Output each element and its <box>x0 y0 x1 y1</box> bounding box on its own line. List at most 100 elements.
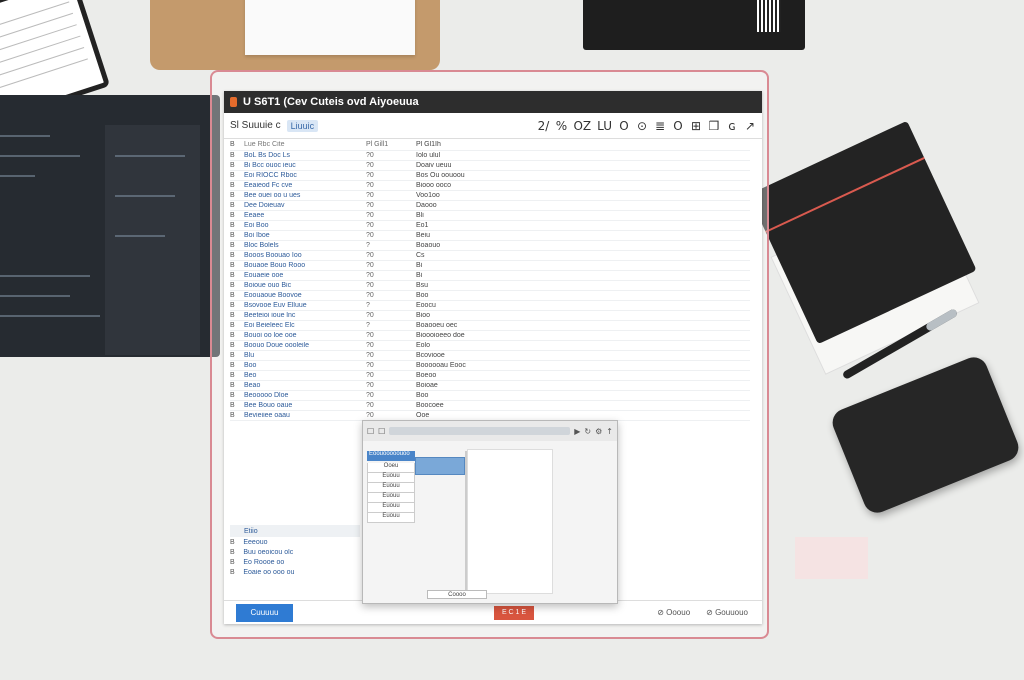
list-item[interactable]: Euouu <box>367 493 415 503</box>
table-cell: B <box>230 152 235 159</box>
group-header[interactable]: Etiio <box>230 525 360 537</box>
table-cell: B <box>230 548 235 556</box>
selected-item[interactable]: Eoouooooouoo <box>367 451 415 461</box>
table-cell: Bevieiiee oaau <box>244 412 290 419</box>
col-header[interactable]: B <box>230 141 244 148</box>
table-row[interactable]: B BoL Bs Doc Ls ?0 Iolo ulul <box>230 151 750 161</box>
table-row[interactable]: B Boi Iboe ?0 Beiu <box>230 231 750 241</box>
table-row[interactable]: B Eoi Beieleec Elc? Boaooeu oec <box>230 321 750 331</box>
table-cell: Dee Doieuav <box>244 202 285 209</box>
table-row[interactable]: B Eoi RIOCC Rboc ?0 Bos Ou oouoou <box>230 171 750 181</box>
table-cell: Cs <box>416 252 425 259</box>
table-cell: BoL Bs Doc Ls <box>244 152 291 159</box>
table-cell: B <box>230 332 235 339</box>
toolbar-icon[interactable]: 2/ <box>537 119 550 133</box>
table-cell: B <box>230 382 235 389</box>
toolbar-icon[interactable]: ↗ <box>744 119 756 133</box>
table-row[interactable]: B Eeeouo <box>230 537 360 547</box>
toolbar-icon[interactable]: O <box>618 119 630 133</box>
table-row[interactable]: B Bee ouei oo u ues ?0 Voo1oo <box>230 191 750 201</box>
table-cell: ?0 <box>366 172 374 179</box>
status-item[interactable]: ⊘ Gouuouo <box>706 608 748 617</box>
toolbar-icon[interactable]: ❒ <box>708 119 720 133</box>
table-row[interactable]: B Eoouaoue Boovoe ?0 Boo <box>230 291 750 301</box>
table-cell: B <box>230 402 235 409</box>
list-item[interactable]: Ooeu <box>367 463 415 473</box>
table-row[interactable]: B Eeaieod Fc cve ?0 Biooo ooco <box>230 181 750 191</box>
table-cell: Iolo ulul <box>416 152 441 159</box>
status-right-items: ⊘ Ooouo ⊘ Gouuouo <box>657 608 748 617</box>
paper-sheet-prop <box>245 0 415 55</box>
table-row[interactable]: B Bee Bouo oaue ?0 Boocoee <box>230 401 750 411</box>
table-row[interactable]: B Beeteioi ioue lnc ?0 Bioo <box>230 311 750 321</box>
list-item[interactable]: Euouu <box>367 483 415 493</box>
dialog-button[interactable]: Coooo <box>427 590 487 599</box>
path-bar[interactable] <box>389 427 571 435</box>
toolbar-tag[interactable]: Liuuic <box>286 119 319 132</box>
table-cell: ?0 <box>366 372 374 379</box>
table-cell: Ooe <box>416 412 430 419</box>
data-table: B Lue Rbc Cite Pl Gill1 Pl Gl1Ih B BoL Bs… <box>230 139 750 421</box>
play-icon[interactable]: ▶ <box>574 427 580 436</box>
table-cell: B <box>230 222 235 229</box>
toolbar-icon[interactable]: OZ <box>573 119 591 133</box>
dialog-tab[interactable] <box>415 457 465 475</box>
toolbar-icon[interactable]: LU <box>597 119 612 133</box>
table-row[interactable]: B Bouoi oo loe ooe ?0 Bioooioeeo doe <box>230 331 750 341</box>
table-row[interactable]: B Eouaeie ooe ?0 Bi <box>230 271 750 281</box>
toolbar-icon[interactable]: ⊞ <box>690 119 702 133</box>
col-header[interactable]: Pl Gl1Ih <box>416 141 496 148</box>
table-row[interactable]: B Bi Bcc ouoc ieuc ?0 Doaiv ueuu <box>230 161 750 171</box>
toolbar-icon[interactable]: ⊙ <box>636 119 648 133</box>
table-row[interactable]: B Boo ?0 Boooooau Eooc <box>230 361 750 371</box>
gear-icon[interactable]: ⚙ <box>595 427 602 436</box>
table-cell: Bee ouei oo u ues <box>244 192 301 199</box>
table-cell: Blu <box>244 352 255 359</box>
table-cell: Bos Ou oouoou <box>416 172 465 179</box>
table-cell: ?0 <box>366 342 374 349</box>
refresh-icon[interactable]: ↻ <box>584 427 591 436</box>
table-row[interactable]: B Beao ?0 Boioae <box>230 381 750 391</box>
toolbar-icon[interactable]: ≣ <box>654 119 666 133</box>
table-cell: ?0 <box>366 262 374 269</box>
table-cell: Beiu <box>416 232 431 239</box>
table-row[interactable]: B Beooooo Dloe ?0 Boo <box>230 391 750 401</box>
title-bar: U S6T1 (Cev Cuteis ovd Aiyoeuua <box>224 91 762 113</box>
list-item[interactable]: Euouu <box>367 503 415 513</box>
toolbar-icon[interactable]: ɢ <box>726 119 738 133</box>
second-group: Etiio B Eeeouo B Buu oeoicou olc B Eo Roooe o… <box>230 525 360 577</box>
table-row[interactable]: B Blu ?0 Bcoviooe <box>230 351 750 361</box>
toolbar-icon[interactable]: O <box>672 119 684 133</box>
table-row[interactable]: B Bsovooe Euv Elluue? Eoocu <box>230 301 750 311</box>
status-item[interactable]: ⊘ Ooouo <box>657 608 690 617</box>
list-item[interactable]: Euouu <box>367 473 415 483</box>
table-row[interactable]: B Beo ?0 Boeoo <box>230 371 750 381</box>
table-cell: B <box>230 262 235 269</box>
table-cell: Boo <box>416 292 429 299</box>
back-icon[interactable]: ☐ <box>367 427 374 436</box>
up-icon[interactable]: ↑ <box>606 427 613 436</box>
table-cell: B <box>230 342 235 349</box>
col-header[interactable]: Pl Gill1 <box>366 141 416 148</box>
table-row[interactable]: B Buu oeoicou olc <box>230 547 360 557</box>
forward-icon[interactable]: ☐ <box>378 427 385 436</box>
col-header[interactable]: Lue Rbc Cite <box>244 141 366 148</box>
table-cell: Eeaee <box>244 212 265 219</box>
table-row[interactable]: B Eoaie oo ooo ou <box>230 567 360 577</box>
danger-button[interactable]: E C 1 E <box>494 605 534 620</box>
dialog-list: Ooeu Euouu Euouu Euouu Euouu Euouu <box>367 463 415 523</box>
primary-button[interactable]: Cuuuuu <box>236 603 293 622</box>
table-row[interactable]: B Bouaoe Bouo Rooo ?0 Bi <box>230 261 750 271</box>
table-row[interactable]: B Eeaee ?0 Bli <box>230 211 750 221</box>
toolbar-icon[interactable]: % <box>555 119 567 133</box>
table-row[interactable]: B Eo Roooe oo <box>230 557 360 567</box>
list-item[interactable]: Euouu <box>367 513 415 523</box>
table-row[interactable]: B Dee Doieuav ?0 Daooo <box>230 201 750 211</box>
table-row[interactable]: B Eoi Boo ?0 Eo1 <box>230 221 750 231</box>
table-cell: ?0 <box>366 312 374 319</box>
table-row[interactable]: B Bloc Bolels? Boaouo <box>230 241 750 251</box>
table-row[interactable]: B Boouo Doue oooleile ?0 Eolo <box>230 341 750 351</box>
table-row[interactable]: B Booos Boouao Ioo ?0 Cs <box>230 251 750 261</box>
table-row[interactable]: B Boioue ouo Bic ?0 Bsu <box>230 281 750 291</box>
table-cell: ?0 <box>366 362 374 369</box>
